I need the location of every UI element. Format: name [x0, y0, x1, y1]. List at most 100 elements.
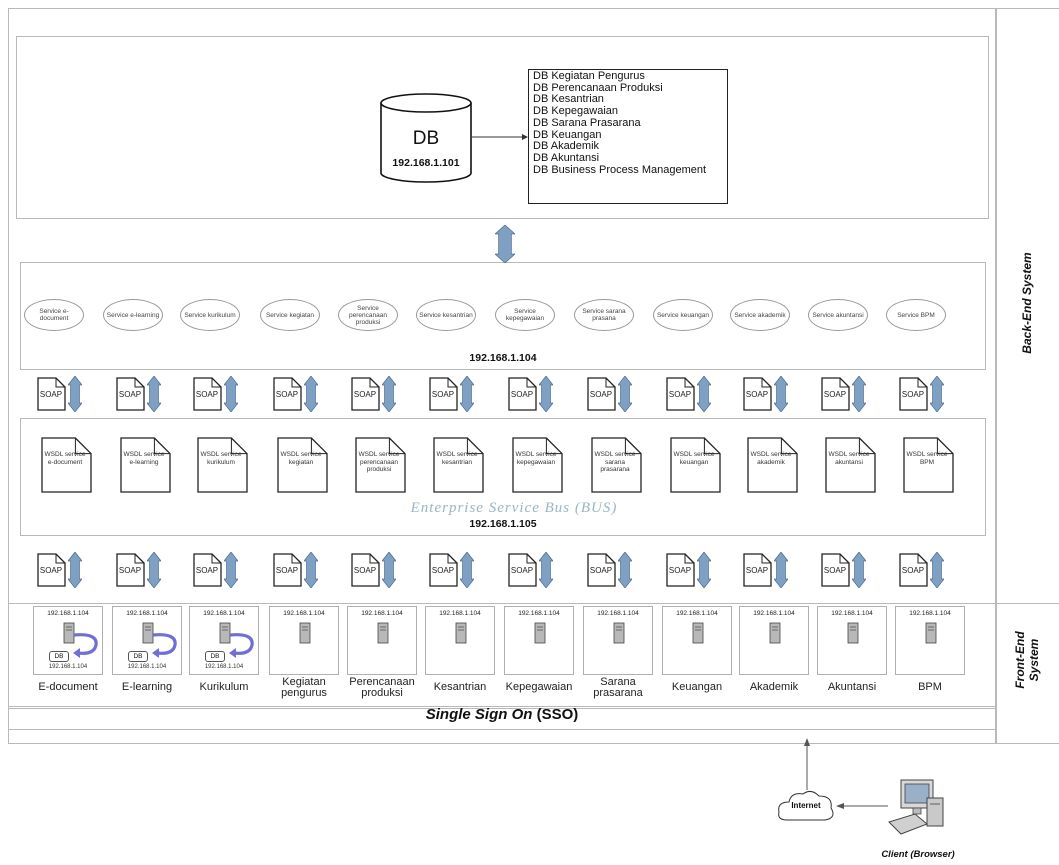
- sync-loop-arrow-icon: [229, 633, 254, 658]
- db-ip: 192.168.1.101: [392, 157, 460, 169]
- service-ellipse: Service BPM: [886, 299, 946, 331]
- frontend-app-box: 192.168.1.104: [583, 606, 653, 675]
- side-divider-vertical: [996, 8, 997, 744]
- soap-label: SOAP: [510, 390, 534, 399]
- service-ellipse: Service e-learning: [103, 299, 163, 331]
- wsdl-label: WSDL service e-learning: [123, 451, 165, 466]
- frontend-app-label: Akademik: [749, 681, 799, 693]
- soap-double-arrow-icon: [224, 552, 238, 588]
- esb-title: Enterprise Service Bus (BUS): [410, 500, 618, 516]
- client-browser-label: Client (Browser): [881, 849, 955, 860]
- soap-label: SOAP: [745, 390, 769, 399]
- frontend-app-label: Sarana prasarana: [593, 676, 643, 699]
- side-divider-top: [996, 8, 1059, 9]
- soap-label: SOAP: [510, 566, 534, 575]
- double-arrow-icon: [495, 225, 515, 263]
- service-ip: 192.168.1.104: [469, 352, 537, 364]
- wsdl-label: WSDL service sarana prasarana: [594, 451, 636, 473]
- service-ellipse: Service keuangan: [653, 299, 713, 331]
- soap-double-arrow-icon: [68, 552, 82, 588]
- server-icon: [925, 622, 937, 644]
- wsdl-label: WSDL service e-document: [44, 451, 86, 466]
- frontend-app-box: 192.168.1.104: [739, 606, 809, 675]
- soap-label: SOAP: [431, 566, 455, 575]
- frontend-app-box: 192.168.1.104 DB 192.168.1.104: [189, 606, 259, 675]
- soap-label: SOAP: [431, 390, 455, 399]
- frontend-server-ip: 192.168.1.104: [361, 610, 403, 617]
- server-icon: [847, 622, 859, 644]
- frontend-server-ip: 192.168.1.104: [283, 610, 325, 617]
- server-icon: [769, 622, 781, 644]
- soap-double-arrow-icon: [147, 376, 161, 412]
- service-ellipse: Service sarana prasana: [574, 299, 634, 331]
- database-list-item: DB Kegiatan Pengurus: [533, 70, 645, 82]
- frontend-server-ip: 192.168.1.104: [676, 610, 718, 617]
- soap-label: SOAP: [39, 390, 63, 399]
- soap-label: SOAP: [901, 566, 925, 575]
- soap-label: SOAP: [668, 390, 692, 399]
- frontend-app-label: Kesantrian: [433, 681, 487, 693]
- soap-label: SOAP: [195, 390, 219, 399]
- frontend-server-ip: 192.168.1.104: [126, 610, 168, 617]
- service-ellipse: Service kurikulum: [180, 299, 240, 331]
- side-divider-middle: [996, 603, 1059, 604]
- local-db-ip: 192.168.1.104: [127, 664, 167, 670]
- sso-label: Single Sign On (SSO): [8, 706, 996, 723]
- soap-double-arrow-icon: [539, 552, 553, 588]
- soap-double-arrow-icon: [774, 552, 788, 588]
- soap-label: SOAP: [589, 390, 613, 399]
- soap-double-arrow-icon: [697, 552, 711, 588]
- service-ellipse: Service kegiatan: [260, 299, 320, 331]
- service-ellipse: Service akuntansi: [808, 299, 868, 331]
- frontend-app-label: Kepegawaian: [505, 681, 573, 693]
- soap-double-arrow-icon: [304, 376, 318, 412]
- service-ellipse: Service kesantrian: [416, 299, 476, 331]
- soap-double-arrow-icon: [147, 552, 161, 588]
- frontend-app-label: BPM: [918, 681, 942, 693]
- database-list-item: DB Sarana Prasarana: [533, 116, 641, 129]
- soap-label: SOAP: [745, 566, 769, 575]
- local-db-icon: DB: [128, 651, 148, 662]
- soap-label: SOAP: [353, 390, 377, 399]
- soap-double-arrow-icon: [304, 552, 318, 588]
- wsdl-label: WSDL service BPM: [906, 451, 948, 466]
- frontend-app-box: 192.168.1.104: [504, 606, 574, 675]
- soap-double-arrow-icon: [697, 376, 711, 412]
- soap-label: SOAP: [589, 566, 613, 575]
- server-icon: [534, 622, 546, 644]
- frontend-app-box: 192.168.1.104: [425, 606, 495, 675]
- soap-double-arrow-icon: [382, 376, 396, 412]
- soap-label: SOAP: [118, 390, 142, 399]
- soap-label: SOAP: [823, 390, 847, 399]
- service-ellipse: Service akademik: [730, 299, 790, 331]
- soap-label: SOAP: [668, 566, 692, 575]
- esb-ip: 192.168.1.105: [469, 518, 537, 530]
- frontend-app-box: 192.168.1.104: [817, 606, 887, 675]
- soap-label: SOAP: [275, 390, 299, 399]
- frontend-server-ip: 192.168.1.104: [47, 610, 89, 617]
- frontend-server-ip: 192.168.1.104: [518, 610, 560, 617]
- soap-label: SOAP: [118, 566, 142, 575]
- soap-double-arrow-icon: [852, 376, 866, 412]
- soap-label: SOAP: [353, 566, 377, 575]
- wsdl-label: WSDL service kesantrian: [436, 451, 478, 466]
- db-section: [16, 36, 989, 219]
- soap-label: SOAP: [901, 390, 925, 399]
- soap-label: SOAP: [275, 566, 299, 575]
- database-list-item: DB Akuntansi: [533, 151, 600, 164]
- local-db-icon: DB: [205, 651, 225, 662]
- soap-double-arrow-icon: [460, 376, 474, 412]
- wsdl-label: WSDL service kegiatan: [280, 451, 322, 466]
- local-db-icon: DB: [49, 651, 69, 662]
- wsdl-label: WSDL service perencanaan produksi: [358, 451, 400, 473]
- server-icon: [613, 622, 625, 644]
- frontend-app-box: 192.168.1.104: [269, 606, 339, 675]
- client-computer-icon: [888, 779, 944, 835]
- frontend-app-box: 192.168.1.104: [895, 606, 965, 675]
- database-list-item: DB Business Process Management: [533, 163, 707, 176]
- frontend-app-box: 192.168.1.104: [662, 606, 732, 675]
- frontend-app-box: 192.168.1.104 DB 192.168.1.104: [112, 606, 182, 675]
- wsdl-label: WSDL service keuangan: [673, 451, 715, 466]
- server-icon: [377, 622, 389, 644]
- soap-double-arrow-icon: [618, 552, 632, 588]
